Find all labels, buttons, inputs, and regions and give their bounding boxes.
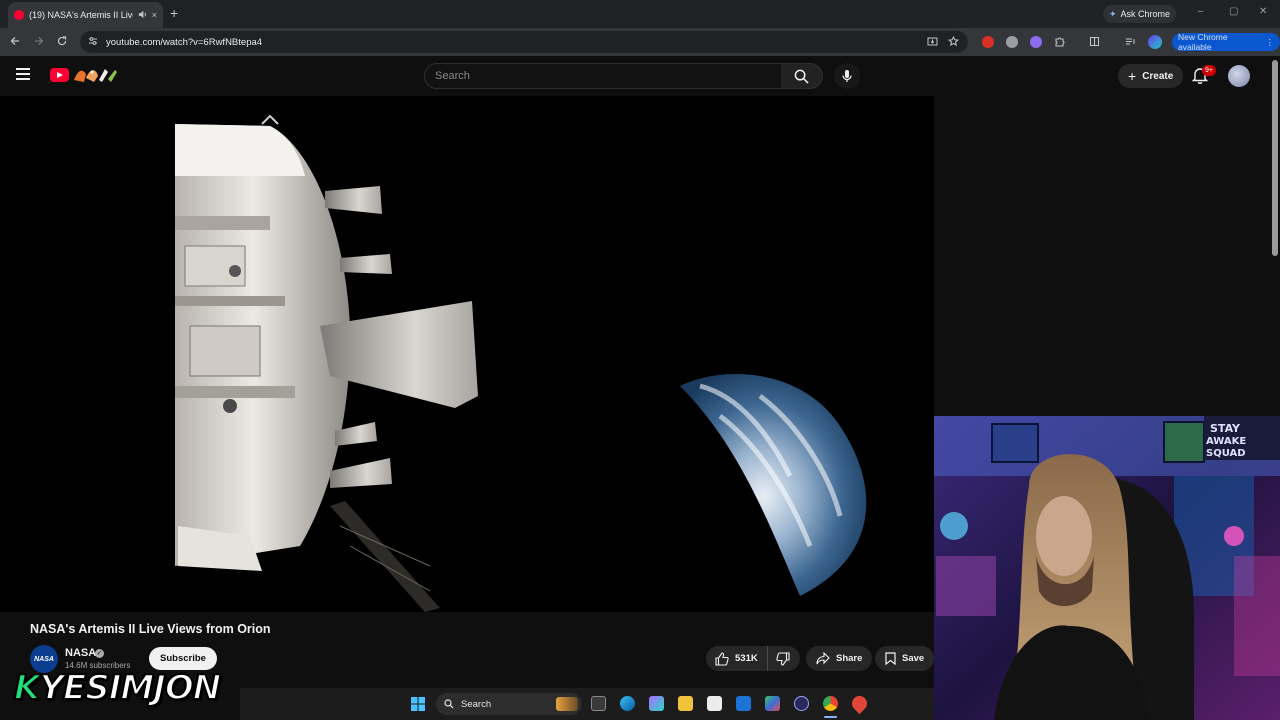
microsoft-store-icon[interactable] bbox=[707, 696, 722, 711]
account-avatar[interactable] bbox=[1228, 65, 1250, 87]
earth-image bbox=[680, 374, 867, 596]
extensions-puzzle-icon[interactable] bbox=[1054, 36, 1065, 50]
reading-list-icon[interactable] bbox=[1089, 36, 1100, 50]
new-chrome-available-button[interactable]: New Chrome available ⋮ bbox=[1172, 32, 1280, 52]
windows-start-icon[interactable] bbox=[411, 697, 425, 711]
dislike-button[interactable] bbox=[768, 646, 798, 671]
back-icon[interactable] bbox=[10, 34, 20, 49]
ask-chrome-label: Ask Chrome bbox=[1120, 9, 1171, 19]
youtube-doodle-icon[interactable] bbox=[72, 66, 118, 84]
voice-search-button[interactable] bbox=[834, 63, 860, 89]
streamer-watermark: KYESIMJON bbox=[13, 667, 222, 709]
install-app-icon[interactable] bbox=[927, 36, 938, 50]
search-button[interactable] bbox=[781, 63, 823, 89]
extension-purple-icon[interactable] bbox=[1030, 36, 1042, 48]
youtube-logo-icon[interactable] bbox=[50, 68, 69, 82]
create-button[interactable]: + Create bbox=[1118, 64, 1184, 88]
copilot-icon[interactable] bbox=[649, 696, 664, 711]
edge-browser-icon[interactable] bbox=[620, 696, 635, 711]
url-text[interactable]: youtube.com/watch?v=6RwfNBtepa4 bbox=[106, 37, 262, 48]
verified-badge-icon: ✓ bbox=[95, 649, 104, 658]
save-label: Save bbox=[902, 653, 925, 664]
windows-taskbar: Search bbox=[240, 688, 934, 720]
share-button[interactable]: Share bbox=[806, 646, 873, 671]
speaker-icon[interactable] bbox=[138, 10, 147, 21]
browser-tab[interactable]: (19) NASA's Artemis II Live × bbox=[8, 2, 163, 28]
create-label: Create bbox=[1142, 70, 1174, 82]
maximize-icon[interactable]: ▢ bbox=[1229, 6, 1238, 17]
share-icon bbox=[816, 652, 830, 665]
mail-icon[interactable] bbox=[736, 696, 751, 711]
save-button[interactable]: Save bbox=[875, 646, 935, 671]
hamburger-menu-icon[interactable] bbox=[16, 68, 30, 80]
tab-title: (19) NASA's Artemis II Live bbox=[29, 10, 133, 20]
new-chrome-label: New Chrome available bbox=[1178, 32, 1228, 52]
kebab-menu-icon[interactable]: ⋮ bbox=[1266, 37, 1275, 48]
youtube-favicon-icon bbox=[14, 10, 24, 20]
plus-icon: + bbox=[1128, 68, 1137, 84]
window-close-icon[interactable]: ✕ bbox=[1259, 6, 1267, 17]
search-icon bbox=[794, 69, 809, 84]
taskbar-search-label: Search bbox=[461, 698, 492, 710]
channel-name[interactable]: NASA bbox=[65, 647, 96, 659]
extension-circle-icon[interactable] bbox=[1006, 36, 1018, 48]
webcam-feed-image: STAY AWAKE SQUAD bbox=[934, 416, 1280, 720]
youtube-header: Search + Create 9+ bbox=[0, 56, 1280, 96]
microphone-icon bbox=[842, 70, 852, 82]
address-bar[interactable]: youtube.com/watch?v=6RwfNBtepa4 bbox=[80, 31, 968, 53]
search-placeholder: Search bbox=[435, 70, 470, 82]
file-explorer-icon[interactable] bbox=[678, 696, 693, 711]
active-app-indicator bbox=[824, 716, 837, 718]
thumbs-up-icon bbox=[715, 651, 729, 666]
page-scrollbar[interactable] bbox=[1272, 60, 1278, 256]
extension-record-icon[interactable] bbox=[982, 36, 994, 48]
tab-close-icon[interactable]: × bbox=[152, 10, 157, 20]
like-button[interactable]: 531K bbox=[706, 646, 768, 671]
task-view-icon[interactable] bbox=[591, 696, 606, 711]
app-dial-icon[interactable] bbox=[794, 696, 809, 711]
notification-count-badge: 9+ bbox=[1202, 65, 1216, 76]
orion-spacecraft-image bbox=[175, 114, 478, 612]
like-dislike-group: 531K bbox=[706, 646, 800, 671]
thumbs-down-icon bbox=[776, 651, 790, 666]
svg-text:AWAKE: AWAKE bbox=[1206, 436, 1246, 447]
taskbar-search-icon bbox=[444, 699, 454, 709]
browser-toolbar: youtube.com/watch?v=6RwfNBtepa4 New Chro… bbox=[0, 28, 1280, 56]
poster-text: STAY bbox=[1210, 422, 1241, 435]
chrome-icon[interactable] bbox=[823, 696, 838, 711]
taskbar-search-box[interactable]: Search bbox=[436, 693, 582, 715]
bookmark-icon bbox=[885, 652, 896, 665]
map-pin-app-icon[interactable] bbox=[848, 692, 871, 715]
search-highlight-icon bbox=[556, 697, 578, 711]
minimize-icon[interactable]: – bbox=[1198, 6, 1204, 17]
svg-text:SQUAD: SQUAD bbox=[1206, 448, 1246, 459]
new-tab-button[interactable]: + bbox=[170, 5, 178, 21]
video-frame-orion-earth bbox=[175, 114, 867, 612]
site-info-icon[interactable] bbox=[88, 36, 98, 49]
app-icon[interactable] bbox=[765, 696, 780, 711]
video-player[interactable] bbox=[0, 96, 934, 612]
video-title: NASA's Artemis II Live Views from Orion bbox=[30, 622, 271, 636]
share-label: Share bbox=[836, 653, 863, 664]
browser-tab-strip: (19) NASA's Artemis II Live × + ✦ Ask Ch… bbox=[0, 0, 1280, 28]
webcam-overlay: STAY AWAKE SQUAD bbox=[934, 416, 1280, 720]
forward-icon[interactable] bbox=[34, 34, 44, 49]
media-controls-icon[interactable] bbox=[1125, 36, 1136, 50]
ask-chrome-button[interactable]: ✦ Ask Chrome bbox=[1103, 5, 1177, 23]
sparkle-icon: ✦ bbox=[1109, 8, 1117, 19]
reload-icon[interactable] bbox=[57, 34, 67, 49]
subscribe-button[interactable]: Subscribe bbox=[149, 647, 217, 670]
search-input[interactable]: Search bbox=[424, 63, 782, 89]
bookmark-star-icon[interactable] bbox=[947, 35, 960, 50]
like-count: 531K bbox=[735, 653, 758, 664]
profile-avatar-icon[interactable] bbox=[1148, 35, 1162, 49]
